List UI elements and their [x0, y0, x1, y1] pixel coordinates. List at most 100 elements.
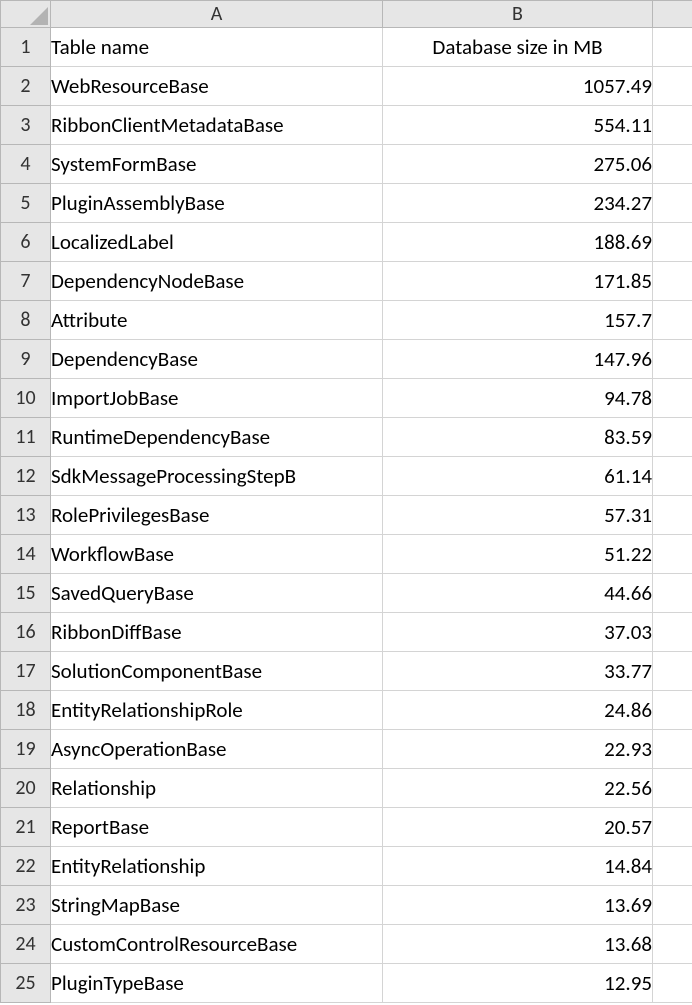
cell-B[interactable]: 13.68 — [383, 925, 653, 964]
row-header[interactable]: 3 — [1, 106, 51, 145]
cell-B[interactable]: 275.06 — [383, 145, 653, 184]
cell-A[interactable]: WorkflowBase — [51, 535, 383, 574]
cell-A[interactable]: StringMapBase — [51, 886, 383, 925]
cell-C[interactable] — [653, 418, 692, 457]
cell-B[interactable]: 22.56 — [383, 769, 653, 808]
cell-C[interactable] — [653, 340, 692, 379]
cell-A[interactable]: PluginTypeBase — [51, 964, 383, 1003]
cell-A[interactable]: ImportJobBase — [51, 379, 383, 418]
row-header[interactable]: 25 — [1, 964, 51, 1003]
cell-A[interactable]: PluginAssemblyBase — [51, 184, 383, 223]
cell-C[interactable] — [653, 145, 692, 184]
cell-B[interactable]: 51.22 — [383, 535, 653, 574]
row-header[interactable]: 22 — [1, 847, 51, 886]
cell-B[interactable]: 188.69 — [383, 223, 653, 262]
cell-C[interactable] — [653, 106, 692, 145]
cell-A[interactable]: Table name — [51, 28, 383, 67]
cell-A[interactable]: LocalizedLabel — [51, 223, 383, 262]
cell-A[interactable]: RuntimeDependencyBase — [51, 418, 383, 457]
cell-C[interactable] — [653, 262, 692, 301]
cell-B[interactable]: 61.14 — [383, 457, 653, 496]
cell-B[interactable]: 83.59 — [383, 418, 653, 457]
cell-A[interactable]: SystemFormBase — [51, 145, 383, 184]
select-all-corner[interactable] — [1, 1, 51, 28]
row-header[interactable]: 23 — [1, 886, 51, 925]
cell-B[interactable]: Database size in MB — [383, 28, 653, 67]
cell-B[interactable]: 20.57 — [383, 808, 653, 847]
row-header[interactable]: 1 — [1, 28, 51, 67]
cell-B[interactable]: 24.86 — [383, 691, 653, 730]
cell-C[interactable] — [653, 457, 692, 496]
cell-C[interactable] — [653, 496, 692, 535]
cell-A[interactable]: CustomControlResourceBase — [51, 925, 383, 964]
row-header[interactable]: 24 — [1, 925, 51, 964]
row-header[interactable]: 19 — [1, 730, 51, 769]
row-header[interactable]: 5 — [1, 184, 51, 223]
cell-A[interactable]: WebResourceBase — [51, 67, 383, 106]
cell-C[interactable] — [653, 847, 692, 886]
cell-C[interactable] — [653, 574, 692, 613]
cell-A[interactable]: DependencyBase — [51, 340, 383, 379]
cell-A[interactable]: RibbonDiffBase — [51, 613, 383, 652]
cell-C[interactable] — [653, 769, 692, 808]
cell-C[interactable] — [653, 28, 692, 67]
row-header[interactable]: 13 — [1, 496, 51, 535]
row-header[interactable]: 6 — [1, 223, 51, 262]
cell-C[interactable] — [653, 67, 692, 106]
row-header[interactable]: 7 — [1, 262, 51, 301]
cell-C[interactable] — [653, 652, 692, 691]
cell-B[interactable]: 94.78 — [383, 379, 653, 418]
spreadsheet-grid[interactable]: A B 1Table nameDatabase size in MB 2WebRe… — [0, 0, 692, 1003]
row-header[interactable]: 21 — [1, 808, 51, 847]
cell-B[interactable]: 234.27 — [383, 184, 653, 223]
row-header[interactable]: 18 — [1, 691, 51, 730]
cell-B[interactable]: 37.03 — [383, 613, 653, 652]
cell-B[interactable]: 13.69 — [383, 886, 653, 925]
cell-C[interactable] — [653, 184, 692, 223]
cell-C[interactable] — [653, 730, 692, 769]
row-header[interactable]: 9 — [1, 340, 51, 379]
row-header[interactable]: 10 — [1, 379, 51, 418]
cell-C[interactable] — [653, 886, 692, 925]
cell-B[interactable]: 157.7 — [383, 301, 653, 340]
cell-A[interactable]: EntityRelationship — [51, 847, 383, 886]
cell-C[interactable] — [653, 808, 692, 847]
row-header[interactable]: 8 — [1, 301, 51, 340]
cell-B[interactable]: 12.95 — [383, 964, 653, 1003]
cell-B[interactable]: 44.66 — [383, 574, 653, 613]
row-header[interactable]: 2 — [1, 67, 51, 106]
row-header[interactable]: 12 — [1, 457, 51, 496]
cell-B[interactable]: 57.31 — [383, 496, 653, 535]
cell-A[interactable]: DependencyNodeBase — [51, 262, 383, 301]
cell-C[interactable] — [653, 535, 692, 574]
cell-A[interactable]: SolutionComponentBase — [51, 652, 383, 691]
cell-B[interactable]: 1057.49 — [383, 67, 653, 106]
row-header[interactable]: 14 — [1, 535, 51, 574]
row-header[interactable]: 20 — [1, 769, 51, 808]
row-header[interactable]: 17 — [1, 652, 51, 691]
cell-A[interactable]: RolePrivilegesBase — [51, 496, 383, 535]
cell-B[interactable]: 554.11 — [383, 106, 653, 145]
row-header[interactable]: 16 — [1, 613, 51, 652]
cell-A[interactable]: Relationship — [51, 769, 383, 808]
cell-A[interactable]: RibbonClientMetadataBase — [51, 106, 383, 145]
row-header[interactable]: 15 — [1, 574, 51, 613]
cell-A[interactable]: EntityRelationshipRole — [51, 691, 383, 730]
cell-C[interactable] — [653, 964, 692, 1003]
row-header[interactable]: 4 — [1, 145, 51, 184]
column-header-A[interactable]: A — [51, 1, 383, 28]
cell-A[interactable]: Attribute — [51, 301, 383, 340]
cell-B[interactable]: 147.96 — [383, 340, 653, 379]
cell-C[interactable] — [653, 613, 692, 652]
row-header[interactable]: 11 — [1, 418, 51, 457]
cell-B[interactable]: 33.77 — [383, 652, 653, 691]
cell-C[interactable] — [653, 223, 692, 262]
cell-C[interactable] — [653, 691, 692, 730]
cell-B[interactable]: 22.93 — [383, 730, 653, 769]
cell-A[interactable]: SavedQueryBase — [51, 574, 383, 613]
column-header-B[interactable]: B — [383, 1, 653, 28]
column-header-C[interactable] — [653, 1, 692, 28]
cell-C[interactable] — [653, 379, 692, 418]
cell-A[interactable]: SdkMessageProcessingStepB — [51, 457, 383, 496]
cell-B[interactable]: 171.85 — [383, 262, 653, 301]
